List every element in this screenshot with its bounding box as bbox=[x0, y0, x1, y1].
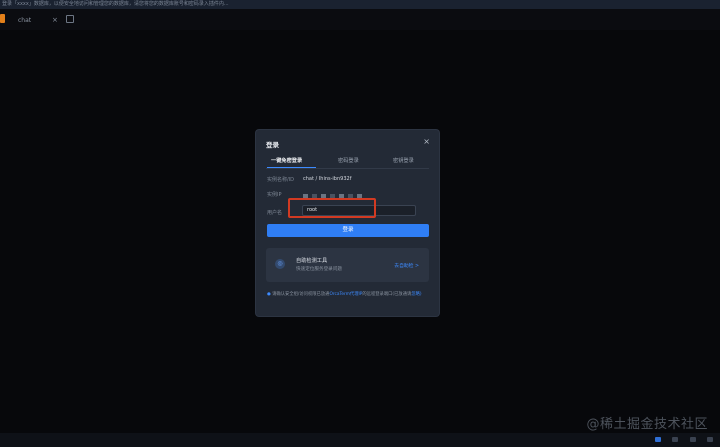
proxy-ip-link[interactable]: OrcaTerm代理IP bbox=[329, 292, 362, 297]
close-icon[interactable]: × bbox=[423, 137, 430, 146]
tab-chat[interactable]: chat bbox=[18, 17, 31, 24]
tab-key[interactable]: 密钥登录 bbox=[393, 157, 414, 164]
top-notice-bar: 登录「xxxx」数据库，以便安全地访问和管理您的数据库，请您将您的数据库账号和密… bbox=[0, 0, 720, 9]
ip-label: 实例IP bbox=[267, 192, 282, 198]
tab-password[interactable]: 密码登录 bbox=[338, 157, 359, 164]
diagnostic-icon: ◎ bbox=[275, 259, 285, 269]
status-icon-3[interactable] bbox=[690, 437, 696, 442]
status-icon-2[interactable] bbox=[672, 437, 678, 442]
status-icon-1[interactable] bbox=[655, 437, 661, 442]
ignore-link[interactable]: 忽略) bbox=[411, 292, 421, 297]
watermark: @稀土掘金技术社区 bbox=[586, 417, 708, 432]
login-dialog: 登录 × 一键免密登录 密码登录 密钥登录 实例名称/ID chat / Ihi… bbox=[256, 130, 439, 316]
tabs-divider bbox=[266, 168, 429, 169]
bottom-status-bar bbox=[0, 433, 720, 447]
tab-passwordless[interactable]: 一键免密登录 bbox=[271, 157, 302, 164]
tab-close-icon[interactable]: × bbox=[52, 16, 58, 24]
instance-label: 实例名称/ID bbox=[267, 177, 295, 183]
info-dot-icon: ● bbox=[267, 292, 271, 297]
login-button[interactable]: 登录 bbox=[267, 224, 429, 237]
status-icon-4[interactable] bbox=[707, 437, 713, 442]
instance-value: chat / Ihins-ibn932f bbox=[303, 176, 352, 182]
security-notice: ● 请确认安全组/访问权限已放通OrcaTerm代理IP的远程登录端口(已放通请… bbox=[267, 291, 429, 298]
login-method-tabs: 一键免密登录 密码登录 密钥登录 bbox=[266, 155, 429, 169]
top-notice-text: 登录「xxxx」数据库，以便安全地访问和管理您的数据库，请您将您的数据库账号和密… bbox=[2, 1, 229, 7]
username-input[interactable]: root bbox=[302, 205, 416, 216]
tab-bar: chat × ⚙ bbox=[0, 12, 720, 43]
self-check-link[interactable]: 去自助检 > bbox=[394, 262, 419, 269]
notice-prefix: 请确认安全组/访问权限已放通 bbox=[272, 292, 330, 297]
tab-marker bbox=[0, 14, 5, 23]
self-check-description: 快速定位服务登录问题 bbox=[296, 267, 342, 272]
self-check-title: 自助检测工具 bbox=[296, 258, 328, 264]
notice-middle: 的远程登录端口(已放通请 bbox=[362, 292, 412, 297]
dialog-title: 登录 bbox=[266, 141, 279, 149]
self-check-card[interactable]: ◎ 自助检测工具 快速定位服务登录问题 去自助检 > bbox=[266, 248, 429, 282]
username-label: 用户名 bbox=[267, 210, 283, 216]
ip-value-masked bbox=[303, 194, 366, 201]
new-tab-icon[interactable] bbox=[66, 15, 74, 23]
